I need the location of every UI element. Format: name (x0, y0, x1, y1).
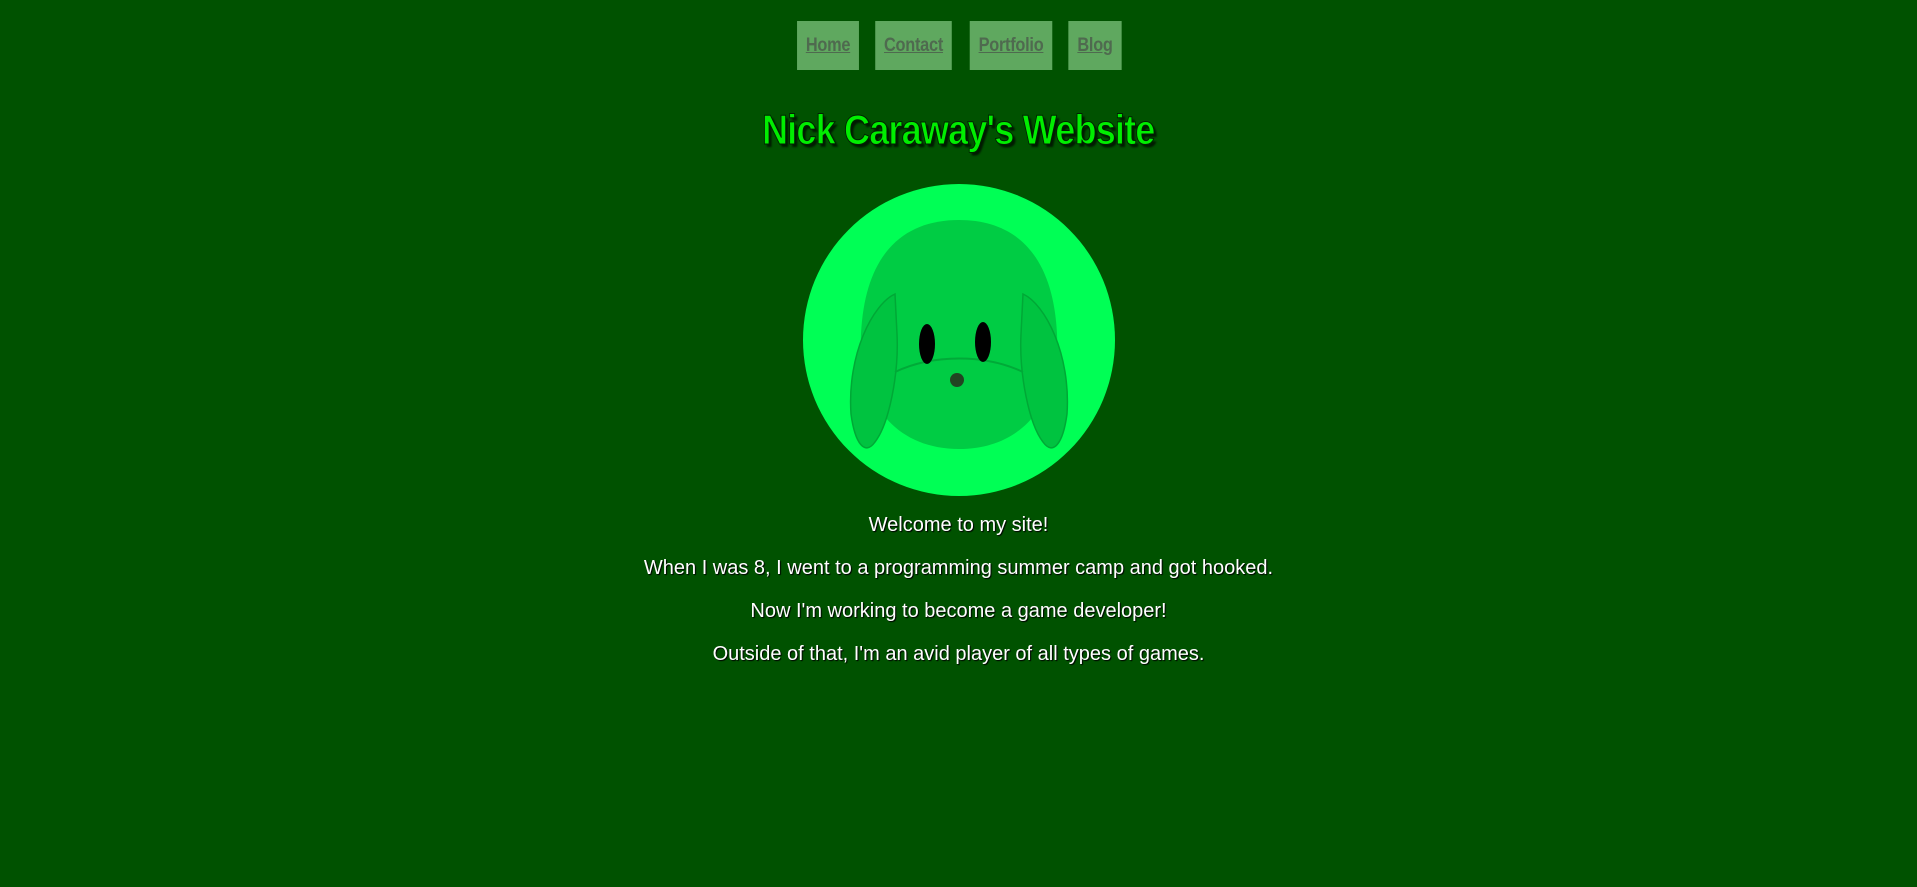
intro-paragraph-2: When I was 8, I went to a programming su… (643, 557, 1274, 579)
intro-paragraph-3: Now I'm working to become a game develop… (750, 600, 1167, 622)
top-nav: Home Contact Portfolio Blog (0, 21, 1917, 70)
intro-paragraph-1: Welcome to my site! (868, 514, 1049, 536)
nav-blog-link[interactable]: Blog (1067, 21, 1122, 70)
page-title: Nick Caraway's Website (0, 106, 1917, 154)
intro-text: Welcome to my site! When I was 8, I went… (0, 514, 1917, 686)
page-title-text: Nick Caraway's Website (762, 106, 1156, 154)
nav-contact-link[interactable]: Contact (874, 21, 952, 70)
avatar (803, 184, 1115, 496)
intro-paragraph-4: Outside of that, I'm an avid player of a… (712, 643, 1205, 665)
nav-home-link[interactable]: Home (796, 21, 859, 70)
dog-face-icon (803, 184, 1115, 496)
nav-portfolio-link[interactable]: Portfolio (969, 21, 1052, 70)
